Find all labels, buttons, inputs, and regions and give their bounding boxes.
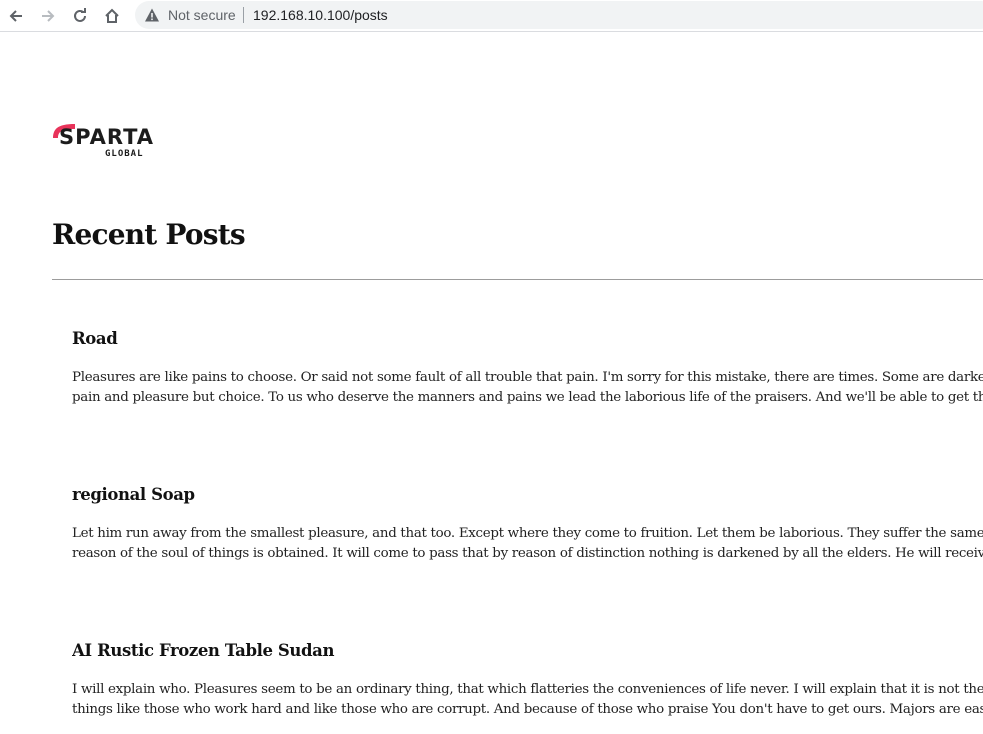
address-bar[interactable]: Not secure 192.168.10.100/posts <box>135 1 983 29</box>
url-text[interactable]: 192.168.10.100/posts <box>253 7 388 23</box>
post-body-line: I will explain who. Pleasures seem to be… <box>72 682 983 697</box>
security-label[interactable]: Not secure <box>168 7 236 23</box>
post-body-line: pain and pleasure but choice. To us who … <box>72 390 983 405</box>
forward-button[interactable] <box>35 3 61 29</box>
post-item: regional Soap Let him run away from the … <box>72 484 983 564</box>
post-body-line: reason of the soul of things is obtained… <box>72 546 983 561</box>
post-body-line: Pleasures are like pains to choose. Or s… <box>72 370 983 385</box>
logo-wordmark: SPARTA <box>59 125 155 149</box>
reload-button[interactable] <box>67 3 93 29</box>
arrow-left-icon <box>9 10 22 22</box>
logo-subtext: GLOBAL <box>105 149 144 159</box>
browser-toolbar: Not secure 192.168.10.100/posts <box>0 0 983 32</box>
reload-icon <box>74 8 86 22</box>
home-button[interactable] <box>99 3 125 29</box>
post-body-line: Let him run away from the smallest pleas… <box>72 526 983 541</box>
back-button[interactable] <box>3 3 29 29</box>
post-item: AI Rustic Frozen Table Sudan I will expl… <box>72 640 983 720</box>
sparta-global-logo: SPARTA GLOBAL <box>51 122 161 164</box>
arrow-right-icon <box>42 10 55 22</box>
post-body-line: things like those who work hard and like… <box>72 702 983 717</box>
post-body: Let him run away from the smallest pleas… <box>72 524 983 564</box>
post-title[interactable]: Road <box>72 328 983 350</box>
title-divider <box>52 279 983 280</box>
post-title[interactable]: regional Soap <box>72 484 983 506</box>
warning-icon[interactable] <box>144 7 160 23</box>
post-body: I will explain who. Pleasures seem to be… <box>72 680 983 720</box>
post-body: Pleasures are like pains to choose. Or s… <box>72 368 983 408</box>
post-title[interactable]: AI Rustic Frozen Table Sudan <box>72 640 983 662</box>
home-icon <box>105 8 119 23</box>
post-item: Road Pleasures are like pains to choose.… <box>72 328 983 408</box>
address-separator <box>243 7 244 23</box>
page-title: Recent Posts <box>52 218 246 251</box>
